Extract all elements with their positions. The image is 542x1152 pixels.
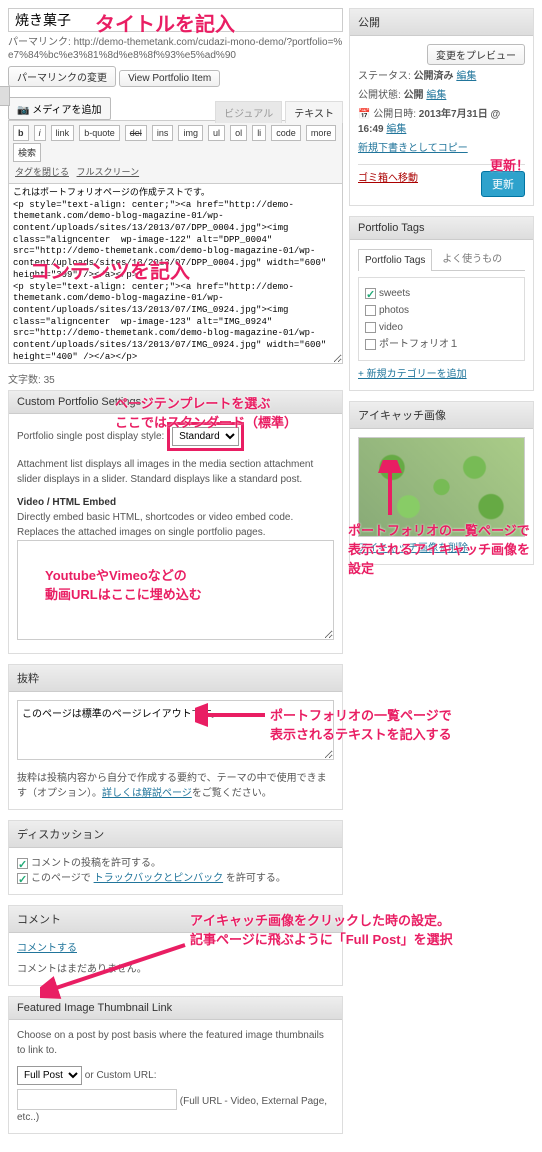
allow-comments-checkbox[interactable] — [17, 858, 28, 869]
tb-ol[interactable]: ol — [230, 125, 247, 141]
post-title-input[interactable] — [8, 8, 343, 32]
tag-item[interactable]: ポートフォリオ１ — [365, 337, 518, 352]
preview-button[interactable]: 変更をプレビュー — [427, 44, 525, 65]
tb-code[interactable]: code — [271, 125, 301, 141]
tb-li[interactable]: li — [252, 125, 266, 141]
tb-del[interactable]: del — [125, 125, 147, 141]
discussion-panel: ディスカッション コメントの投稿を許可する。 このページで トラックバックとピン… — [8, 820, 343, 895]
tb-bold[interactable]: b — [13, 125, 29, 141]
pingback-link[interactable]: トラックバックとピンバック — [94, 873, 224, 884]
allow-pingback-checkbox[interactable] — [17, 873, 28, 884]
word-count: 文字数: 35 — [8, 367, 343, 390]
remove-featured-link[interactable]: アイキャッチ画像を削除 — [358, 543, 468, 554]
custom-portfolio-panel: Custom Portfolio Settings Portfolio sing… — [8, 390, 343, 654]
content-editor[interactable]: これはポートフォリオページの作成テストです。 <p style="text-al… — [8, 184, 343, 364]
add-media-button[interactable]: 📷 メディアを追加 — [8, 97, 111, 120]
excerpt-help-link[interactable]: 詳しくは解説ページ — [102, 788, 192, 799]
embed-textarea[interactable] — [17, 540, 334, 640]
portfolio-tags-panel: Portfolio Tags Portfolio Tags よく使うもの swe… — [349, 216, 534, 391]
tab-text[interactable]: テキスト — [285, 101, 343, 123]
tb-italic[interactable]: i — [34, 125, 46, 141]
featured-image-panel: アイキャッチ画像 アイキャッチ画像を削除 — [349, 401, 534, 565]
add-category-link[interactable]: + 新規カテゴリーを追加 — [358, 369, 467, 380]
edit-visibility-link[interactable]: 編集 — [426, 90, 446, 101]
collapse-handle[interactable] — [0, 86, 10, 106]
embed-heading: Video / HTML Embed — [17, 495, 334, 510]
copy-draft-link[interactable]: 新規下書きとしてコピー — [358, 143, 468, 154]
tab-visual[interactable]: ビジュアル — [215, 101, 282, 123]
tb-close-tags[interactable]: タグを閉じる — [15, 167, 69, 177]
display-style-desc: Attachment list displays all images in t… — [17, 457, 334, 487]
tag-checkbox[interactable] — [365, 288, 376, 299]
tag-tab-used[interactable]: よく使うもの — [435, 248, 509, 270]
featured-image-thumb[interactable] — [358, 437, 525, 537]
excerpt-textarea[interactable]: このページは標準のページレイアウトです。 — [17, 700, 334, 760]
view-item-button[interactable]: View Portfolio Item — [119, 70, 220, 87]
tag-tab-all[interactable]: Portfolio Tags — [358, 249, 432, 271]
add-comment-link[interactable]: コメントする — [17, 943, 77, 954]
tb-fullscreen[interactable]: フルスクリーン — [77, 167, 140, 177]
tb-bquote[interactable]: b-quote — [79, 125, 120, 141]
editor-toolbar: b i link b-quote del ins img ul ol li co… — [8, 120, 343, 184]
tag-checkbox[interactable] — [365, 305, 376, 316]
permalink: パーマリンク: http://demo-themetank.com/cudazi… — [8, 36, 343, 62]
panel-header: Custom Portfolio Settings — [9, 391, 342, 414]
custom-url-input[interactable] — [17, 1089, 177, 1110]
display-style-select[interactable]: Standard — [172, 427, 239, 446]
trash-link[interactable]: ゴミ箱へ移動 — [358, 173, 418, 184]
display-style-label: Portfolio single post display style: — [17, 431, 164, 442]
tb-search[interactable]: 検索 — [13, 143, 41, 162]
embed-desc: Directly embed basic HTML, shortcodes or… — [17, 510, 334, 540]
excerpt-panel: 抜粋 このページは標準のページレイアウトです。 抜粋は投稿内容から自分で作成する… — [8, 664, 343, 810]
tag-item[interactable]: sweets — [365, 286, 518, 301]
edit-date-link[interactable]: 編集 — [386, 124, 406, 135]
tag-checkbox[interactable] — [365, 322, 376, 333]
tag-item[interactable]: video — [365, 320, 518, 335]
comments-panel: コメント コメントする コメントはまだありません。 — [8, 905, 343, 986]
tag-item[interactable]: photos — [365, 303, 518, 318]
tag-checkbox[interactable] — [365, 339, 376, 350]
tb-more[interactable]: more — [306, 125, 337, 141]
tb-img[interactable]: img — [178, 125, 203, 141]
thumb-link-select[interactable]: Full Post — [17, 1066, 82, 1085]
edit-permalink-button[interactable]: パーマリンクの変更 — [8, 66, 116, 87]
featured-thumb-link-panel: Featured Image Thumbnail Link Choose on … — [8, 996, 343, 1134]
update-button[interactable]: 更新 — [481, 171, 525, 197]
no-comments-text: コメントはまだありません。 — [17, 962, 334, 977]
edit-status-link[interactable]: 編集 — [456, 71, 476, 82]
publish-panel: 公開 変更をプレビュー ステータス: 公開済み 編集 公開状態: 公開 編集 📅… — [349, 8, 534, 206]
tb-link[interactable]: link — [51, 125, 75, 141]
tb-ul[interactable]: ul — [208, 125, 225, 141]
tb-ins[interactable]: ins — [152, 125, 174, 141]
